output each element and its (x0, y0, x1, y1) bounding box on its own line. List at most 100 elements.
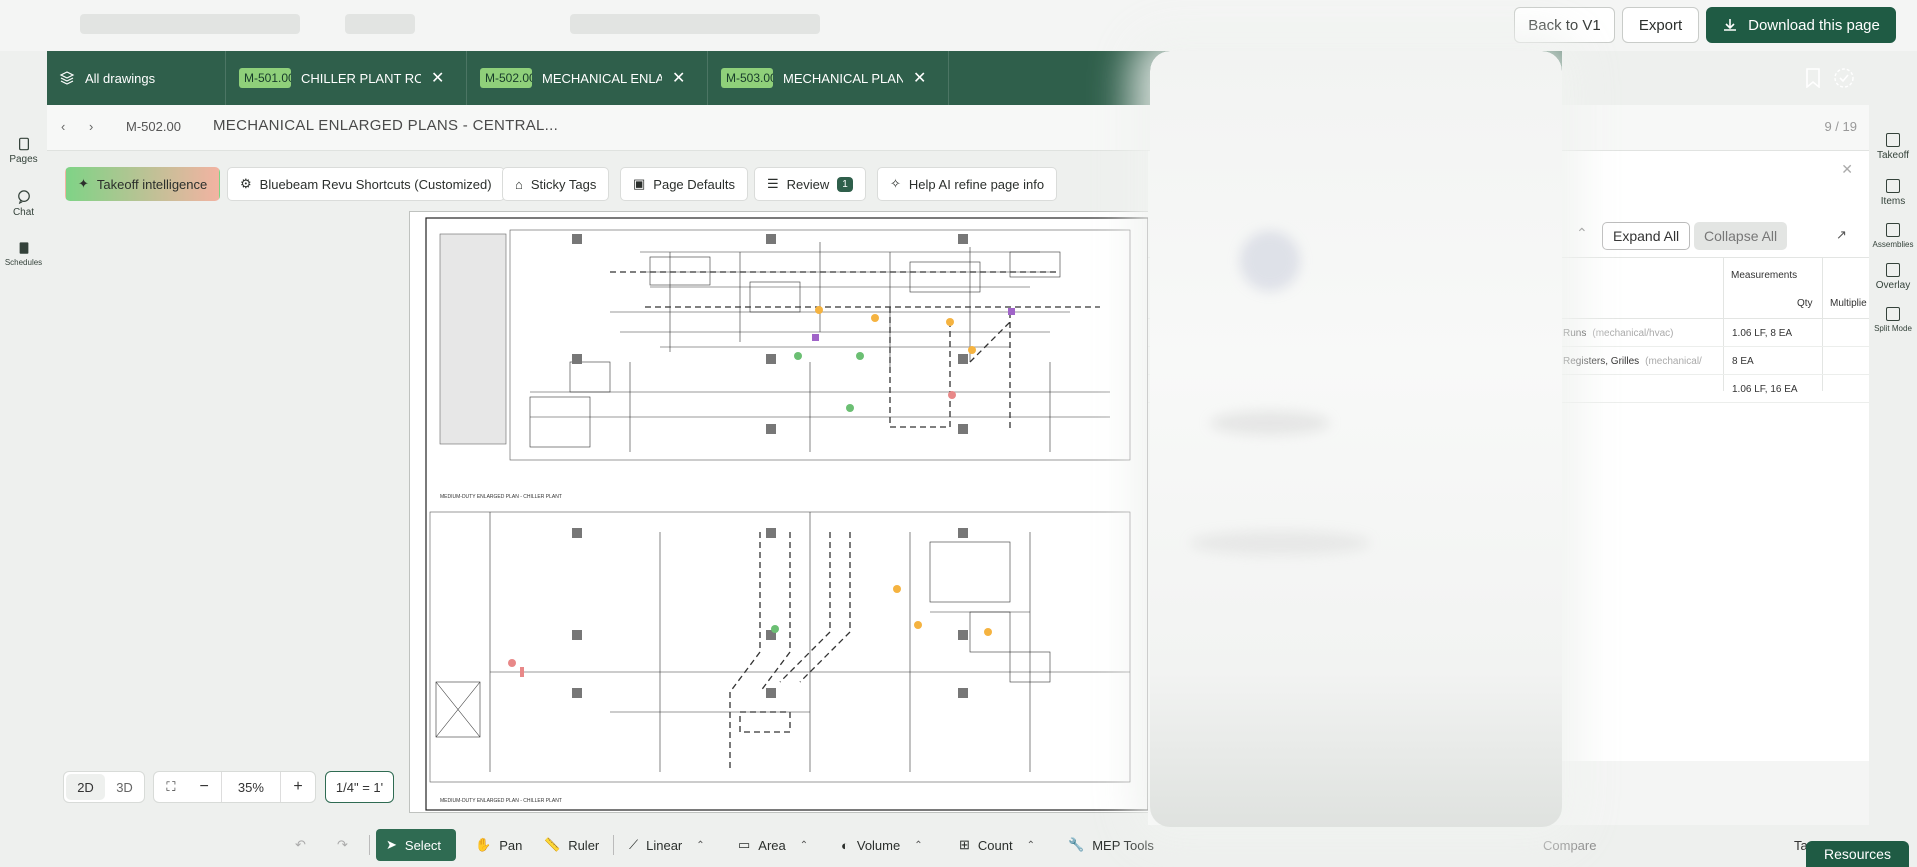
tab-drawing-m503[interactable]: M-503.00 MECHANICAL PLANS ✕ (708, 51, 949, 105)
expand-all-button[interactable]: Expand All (1602, 222, 1691, 250)
mode-3d-button[interactable]: 3D (105, 772, 144, 802)
page-defaults-icon: ▣ (633, 176, 646, 191)
review-button[interactable]: ☰ Review 1 (754, 167, 866, 201)
close-icon[interactable]: ✕ (431, 68, 444, 88)
col-measurements: Measurements (1731, 270, 1798, 281)
zoom-level[interactable]: 35% (222, 772, 282, 802)
rail-takeoff[interactable]: Takeoff (1869, 133, 1917, 161)
rail-split-mode-label: Split Mode (1874, 324, 1912, 333)
export-button[interactable]: Export (1622, 7, 1699, 43)
zoom-out-button[interactable]: − (188, 772, 222, 802)
mode-2d-button[interactable]: 2D (66, 774, 105, 800)
redo-icon[interactable]: ↷ (327, 829, 358, 861)
undo-icon[interactable]: ↶ (285, 829, 316, 861)
overlay-icon (1886, 263, 1900, 277)
chevron-up-icon[interactable]: ⌃ (800, 840, 808, 851)
plan-label-upper: MEDIUM-DUTY ENLARGED PLAN - CHILLER PLAN… (440, 494, 562, 500)
view-mode-toggle: 2D 3D (63, 771, 145, 803)
rail-split-mode[interactable]: Split Mode (1869, 307, 1917, 333)
rail-overlay-label: Overlay (1875, 280, 1911, 291)
blur-blob (1210, 411, 1330, 435)
help-ai-button[interactable]: ✧ Help AI refine page info (877, 167, 1058, 201)
hand-icon: ✋ (475, 837, 492, 852)
resources-button[interactable]: Resources (1806, 841, 1909, 867)
external-link-icon[interactable]: ↗ (1836, 227, 1847, 243)
left-rail: Pages Chat Schedules (0, 51, 47, 867)
ruler-icon: 📏 (544, 837, 561, 852)
tab-title: MECHANICAL PLANS (783, 70, 903, 86)
page-header: ‹ › M-502.00 MECHANICAL ENLARGED PLANS -… (47, 105, 1148, 151)
tab-title: CHILLER PLANT ROOM (301, 70, 421, 86)
close-icon[interactable]: ✕ (913, 68, 926, 88)
drawing-canvas[interactable]: MEDIUM-DUTY ENLARGED PLAN - CHILLER PLAN… (47, 211, 1149, 823)
compare-label[interactable]: Compare (1533, 829, 1606, 861)
tab-drawing-m501[interactable]: M-501.00 CHILLER PLANT ROOM ✕ (226, 51, 467, 105)
volume-label: Volume (856, 837, 901, 853)
rail-overlay[interactable]: Overlay (1869, 263, 1917, 291)
review-label: Review (786, 176, 830, 192)
review-count-badge: 1 (837, 176, 853, 192)
count-icon: ⊞ (959, 837, 970, 852)
rail-assemblies[interactable]: Assemblies (1869, 223, 1917, 249)
blur-blob (1190, 531, 1370, 555)
col-qty: Qty (1797, 298, 1813, 309)
linear-label: Linear (646, 837, 683, 853)
rail-schedules[interactable]: Schedules (0, 241, 47, 267)
edit-check-icon[interactable] (1833, 67, 1855, 89)
area-tool[interactable]: ▭ Area ⌃ (728, 829, 818, 861)
floor-plan-drawing: MEDIUM-DUTY ENLARGED PLAN - CHILLER PLAN… (425, 217, 1149, 811)
page-nav-arrows[interactable]: ‹ › (61, 119, 103, 134)
mep-tools[interactable]: 🔧 MEP Tools (1058, 829, 1164, 861)
page-defaults-button[interactable]: ▣ Page Defaults (620, 167, 748, 201)
right-rail: Takeoff Items Assemblies Overlay Split M… (1869, 105, 1917, 867)
top-bar: Back to V1 Export Download this page (0, 0, 1917, 51)
select-tool[interactable]: ➤ Select (376, 829, 456, 861)
tab-drawing-m502[interactable]: M-502.00 MECHANICAL ENLARGED ✕ (467, 51, 708, 105)
resources-label: Resources (1824, 846, 1891, 862)
chevron-up-icon[interactable]: ⌃ (1576, 225, 1588, 242)
shortcuts-button[interactable]: ⚙ Bluebeam Revu Shortcuts (Customized) (227, 167, 505, 201)
cursor-icon: ➤ (386, 837, 397, 852)
fit-screen-icon[interactable]: ⛶ (154, 772, 188, 802)
chevron-up-icon[interactable]: ⌃ (914, 840, 922, 851)
close-icon[interactable]: ✕ (672, 68, 685, 88)
zoom-in-button[interactable]: + (281, 772, 315, 802)
rail-chat-label: Chat (12, 207, 35, 218)
rail-items[interactable]: Items (1869, 179, 1917, 207)
linear-tool[interactable]: ⟋ Linear ⌃ (619, 829, 715, 861)
pan-tool[interactable]: ✋ Pan (465, 829, 532, 861)
download-page-button[interactable]: Download this page (1706, 7, 1896, 43)
row-measurement: 1.06 LF, 8 EA (1732, 328, 1793, 339)
rail-pages[interactable]: Pages (0, 137, 47, 165)
chevron-up-icon[interactable]: ⌃ (696, 840, 704, 851)
sticky-tags-button[interactable]: ⌂ Sticky Tags (502, 167, 610, 201)
pan-label: Pan (499, 837, 523, 853)
items-icon (1886, 179, 1900, 193)
tab-all-drawings[interactable]: All drawings (47, 51, 226, 105)
mep-tools-label: MEP Tools (1092, 837, 1154, 853)
bookmark-icon[interactable] (1805, 68, 1821, 88)
scale-selector[interactable]: 1/4" = 1' (325, 771, 394, 803)
select-label: Select (404, 837, 442, 853)
takeoff-intelligence-button[interactable]: ✦ Takeoff intelligence (65, 167, 221, 201)
ruler-tool[interactable]: 📏 Ruler (534, 829, 609, 861)
back-to-v1-button[interactable]: Back to V1 (1514, 7, 1615, 43)
back-to-v1-label: Back to V1 (1528, 16, 1601, 34)
rail-chat[interactable]: Chat (0, 190, 47, 218)
collapse-all-button[interactable]: Collapse All (1694, 222, 1788, 250)
tab-code: M-503.00 (721, 68, 773, 88)
drawing-sheet[interactable]: MEDIUM-DUTY ENLARGED PLAN - CHILLER PLAN… (409, 211, 1149, 813)
tab-title: MECHANICAL ENLARGED (542, 70, 662, 86)
chevron-up-icon[interactable]: ⌃ (1027, 840, 1035, 851)
zoom-controls: ⛶ − 35% + (153, 771, 316, 803)
assemblies-icon (1886, 223, 1900, 237)
chat-icon (17, 190, 30, 204)
linear-icon: ⟋ (629, 837, 639, 852)
rail-takeoff-label: Takeoff (1876, 150, 1910, 161)
close-icon[interactable]: ✕ (1841, 161, 1853, 178)
volume-tool[interactable]: ◐ Volume ⌃ (831, 829, 933, 861)
count-tool[interactable]: ⊞ Count ⌃ (949, 829, 1045, 861)
row-name: Runs (1563, 328, 1587, 339)
tab-code: M-501.00 (239, 68, 291, 88)
blurred-text (345, 14, 415, 34)
